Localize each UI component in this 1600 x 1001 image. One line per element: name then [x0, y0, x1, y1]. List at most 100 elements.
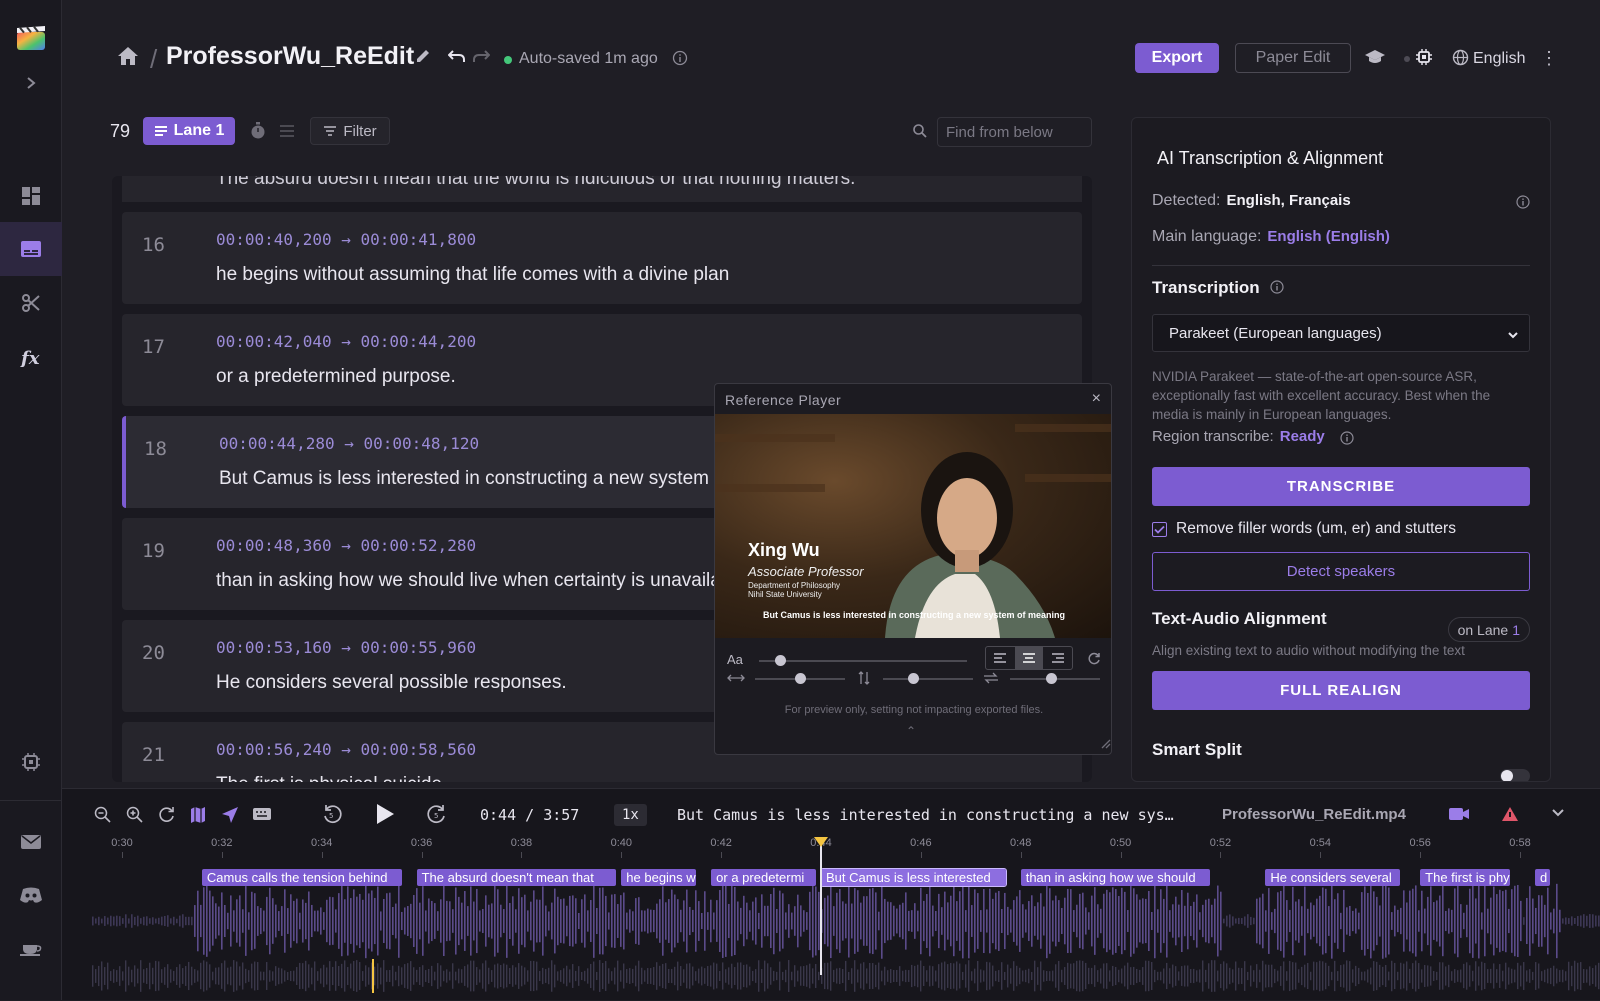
forward-icon[interactable]: 5 — [426, 803, 448, 830]
video-frame[interactable]: Xing Wu Associate Professor Department o… — [715, 414, 1111, 638]
timeline-clip[interactable]: d — [1535, 869, 1550, 886]
smart-split-toggle[interactable] — [1500, 769, 1530, 781]
slider-knob[interactable] — [907, 673, 919, 684]
align-right-icon[interactable] — [1043, 647, 1072, 669]
globe-icon[interactable] — [1452, 49, 1469, 71]
main-language-value[interactable]: English (English) — [1267, 228, 1390, 245]
slider-knob[interactable] — [1045, 673, 1057, 684]
map-icon[interactable] — [189, 806, 207, 829]
timeline-clip[interactable]: he begins w — [621, 869, 697, 886]
pencil-icon[interactable] — [414, 47, 432, 70]
stopwatch-icon[interactable] — [250, 122, 266, 145]
overview-waveform-bar — [1376, 961, 1378, 991]
more-menu-icon[interactable]: ⋮ — [1540, 48, 1558, 69]
close-icon[interactable]: × — [1092, 390, 1101, 408]
coffee-icon[interactable] — [0, 921, 62, 975]
cue-timecode[interactable]: 00:00:40,200 → 00:00:41,800 — [216, 230, 476, 249]
cue-text[interactable]: or a predetermined purpose. — [216, 366, 456, 388]
subtitles-icon[interactable] — [0, 222, 62, 276]
full-realign-button[interactable]: FULL REALIGN — [1152, 671, 1530, 710]
cue-timecode[interactable]: 00:00:42,040 → 00:00:44,200 — [216, 332, 476, 351]
slider-knob[interactable] — [774, 655, 786, 666]
timeline-clip[interactable]: or a predetermi — [711, 869, 816, 886]
paper-edit-button[interactable]: Paper Edit — [1235, 43, 1351, 73]
list-item[interactable]: The absurd doesn't mean that the world i… — [122, 176, 1082, 202]
align-center-icon[interactable] — [1014, 647, 1044, 669]
waveform-bar — [371, 890, 373, 952]
filler-words-checkbox[interactable] — [1152, 522, 1167, 537]
cue-text[interactable]: he begins without assuming that life com… — [216, 264, 729, 286]
timeline-clip[interactable]: The first is physic — [1420, 869, 1511, 886]
chip-icon[interactable] — [1415, 48, 1433, 71]
fx-icon[interactable]: fx — [0, 330, 62, 384]
waveform-bar — [989, 888, 991, 954]
project-title[interactable]: ProfessorWu_ReEdit — [166, 42, 414, 71]
redo-icon[interactable] — [472, 48, 491, 69]
timeline-clip[interactable]: than in asking how we should — [1020, 869, 1211, 886]
reset-zoom-icon[interactable] — [158, 806, 176, 829]
vertical-offset-slider[interactable] — [883, 673, 973, 684]
home-icon[interactable] — [117, 46, 139, 71]
language-selector[interactable]: English — [1473, 50, 1525, 68]
graduation-cap-icon[interactable] — [1364, 48, 1386, 71]
playhead[interactable] — [820, 837, 822, 975]
collapse-chevron-icon[interactable]: ⌃ — [906, 724, 916, 738]
horizontal-offset-slider[interactable] — [755, 673, 845, 684]
timeline-clip[interactable]: Camus calls the tension behind — [201, 869, 402, 886]
overview-waveform-bar — [1562, 969, 1564, 983]
list-item[interactable]: 16 00:00:40,200 → 00:00:41,800 he begins… — [122, 212, 1082, 304]
info-icon[interactable] — [1270, 280, 1284, 299]
reset-icon[interactable] — [1087, 652, 1101, 671]
cue-text[interactable]: The first is physical suicide. — [216, 774, 447, 782]
model-select[interactable]: Parakeet (European languages) — [1152, 314, 1530, 352]
zoom-out-icon[interactable] — [94, 806, 112, 829]
warning-icon[interactable] — [1501, 806, 1519, 827]
speed-button[interactable]: 1x — [614, 804, 647, 826]
reference-player[interactable]: Reference Player × Xing Wu Associate Pro… — [714, 383, 1112, 755]
cue-text[interactable]: He considers several possible responses. — [216, 672, 567, 694]
discord-icon[interactable] — [0, 868, 62, 922]
search-input[interactable] — [937, 117, 1092, 147]
dashboard-icon[interactable] — [0, 169, 62, 223]
undo-icon[interactable] — [447, 48, 466, 69]
rewind-icon[interactable]: 5 — [321, 803, 343, 830]
spacing-slider[interactable] — [1010, 673, 1100, 684]
list-lines-icon[interactable] — [279, 124, 295, 143]
info-icon[interactable] — [672, 50, 688, 71]
chip-settings-icon[interactable] — [0, 735, 62, 789]
mail-icon[interactable] — [0, 815, 62, 869]
timeline-clip[interactable]: But Camus is less interested — [820, 868, 1007, 887]
cue-timecode[interactable]: 00:00:48,360 → 00:00:52,280 — [216, 536, 476, 555]
lane-badge[interactable]: on Lane 1 — [1447, 617, 1530, 642]
cue-timecode[interactable]: 00:00:53,160 → 00:00:55,960 — [216, 638, 476, 657]
cue-text[interactable]: than in asking how we should live when c… — [216, 570, 751, 592]
slider-knob[interactable] — [795, 673, 806, 684]
align-left-icon[interactable] — [986, 647, 1015, 669]
filler-words-label[interactable]: Remove filler words (um, er) and stutter… — [1176, 520, 1456, 538]
overview-waveform-bar — [512, 965, 514, 987]
font-size-slider[interactable] — [759, 655, 967, 666]
chevron-down-icon[interactable] — [1551, 806, 1565, 824]
lane-selector[interactable]: Lane 1 — [143, 117, 235, 145]
export-button[interactable]: Export — [1135, 43, 1219, 73]
timeline-clip[interactable]: The absurd doesn't mean that — [416, 869, 617, 886]
play-icon[interactable] — [374, 802, 396, 831]
scissors-icon[interactable] — [0, 276, 62, 330]
transcribe-button[interactable]: TRANSCRIBE — [1152, 467, 1530, 506]
filter-button[interactable]: Filter — [310, 117, 390, 145]
cue-timecode[interactable]: 00:00:44,280 → 00:00:48,120 — [219, 434, 479, 453]
detect-speakers-button[interactable]: Detect speakers — [1152, 552, 1530, 591]
cue-timecode[interactable]: 00:00:56,240 → 00:00:58,560 — [216, 740, 476, 759]
expand-chevron-icon[interactable] — [0, 56, 62, 110]
playhead-handle[interactable] — [814, 837, 828, 847]
zoom-in-icon[interactable] — [126, 806, 144, 829]
alignment-group[interactable] — [985, 646, 1073, 670]
info-icon[interactable] — [1516, 195, 1530, 214]
player-header[interactable]: Reference Player × — [715, 384, 1111, 414]
keyboard-icon[interactable] — [252, 806, 272, 827]
video-camera-icon[interactable] — [1448, 806, 1470, 827]
timeline-clip[interactable]: He considers several — [1265, 869, 1401, 886]
info-icon[interactable] — [1340, 431, 1354, 450]
navigate-icon[interactable] — [221, 806, 239, 829]
resize-handle-icon[interactable] — [1099, 736, 1111, 754]
